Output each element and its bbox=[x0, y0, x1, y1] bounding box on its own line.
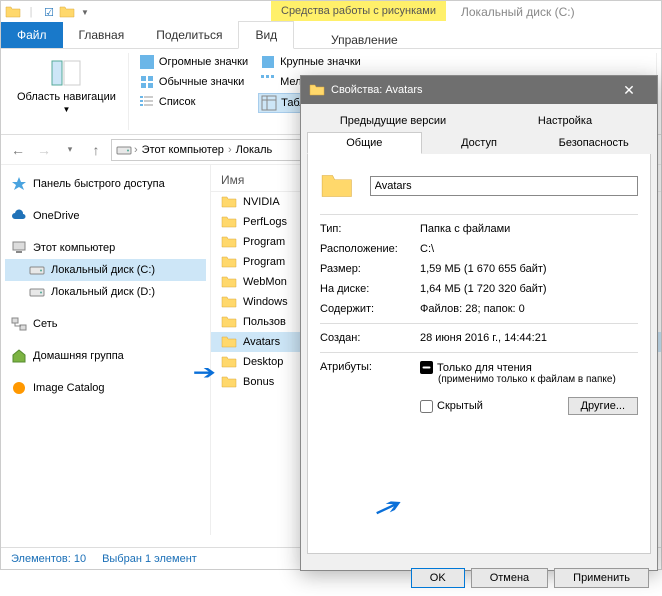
folder-icon bbox=[221, 334, 237, 350]
tree-quick-access[interactable]: Панель быстрого доступа bbox=[5, 173, 206, 195]
location-value: C:\ bbox=[420, 243, 638, 255]
dialog-buttons: OK Отмена Применить bbox=[301, 560, 657, 596]
tab-general[interactable]: Общие bbox=[307, 132, 422, 154]
crumb-pc[interactable]: Этот компьютер bbox=[140, 144, 226, 156]
window-title: Локальный диск (C:) bbox=[461, 5, 575, 19]
tab-home[interactable]: Главная bbox=[63, 22, 141, 48]
tree-homegroup[interactable]: Домашняя группа bbox=[5, 345, 206, 367]
created-label: Создан: bbox=[320, 332, 420, 344]
contains-label: Содержит: bbox=[320, 303, 420, 315]
contains-value: Файлов: 28; папок: 0 bbox=[420, 303, 638, 315]
tree-this-pc[interactable]: Этот компьютер bbox=[5, 237, 206, 259]
view-normal[interactable]: Обычные значки bbox=[137, 73, 250, 91]
tab-file[interactable]: Файл bbox=[1, 22, 63, 48]
readonly-checkbox-row: Только для чтения bbox=[420, 361, 638, 374]
tab-sharing[interactable]: Доступ bbox=[422, 132, 537, 154]
crumb-drive[interactable]: Локаль bbox=[234, 144, 275, 156]
dialog-body: Тип:Папка с файлами Расположение:C:\ Раз… bbox=[307, 154, 651, 554]
cancel-button[interactable]: Отмена bbox=[471, 568, 548, 588]
tree-image-catalog[interactable]: Image Catalog bbox=[5, 377, 206, 399]
tab-manage[interactable]: Управление bbox=[311, 27, 418, 53]
chevron-right-icon: › bbox=[134, 144, 138, 156]
folder-icon bbox=[221, 294, 237, 310]
tree-onedrive[interactable]: OneDrive bbox=[5, 205, 206, 227]
file-name: Program bbox=[243, 236, 285, 248]
folder-icon bbox=[221, 274, 237, 290]
file-name: Bonus bbox=[243, 376, 274, 388]
tree-drive-d[interactable]: Локальный диск (D:) bbox=[5, 281, 206, 303]
size-on-disk-label: На диске: bbox=[320, 283, 420, 295]
ribbon-tabs: Файл Главная Поделиться Вид Управление bbox=[1, 23, 661, 49]
tab-previous-versions[interactable]: Предыдущие версии bbox=[307, 110, 479, 132]
advanced-button[interactable]: Другие... bbox=[568, 397, 638, 415]
forward-button[interactable]: → bbox=[33, 139, 55, 161]
created-value: 28 июня 2016 г., 14:44:21 bbox=[420, 332, 638, 344]
contextual-tab-label: Средства работы с рисунками bbox=[271, 1, 446, 21]
status-count: Элементов: 10 bbox=[11, 553, 86, 565]
readonly-label: Только для чтения bbox=[437, 362, 532, 374]
hidden-label: Скрытый bbox=[437, 400, 483, 412]
folder-icon bbox=[221, 214, 237, 230]
file-name: WebMon bbox=[243, 276, 287, 288]
folder-icon bbox=[221, 354, 237, 370]
tab-view[interactable]: Вид bbox=[238, 21, 294, 49]
tab-share[interactable]: Поделиться bbox=[140, 22, 238, 48]
type-value: Папка с файлами bbox=[420, 223, 638, 235]
up-button[interactable]: ↑ bbox=[85, 139, 107, 161]
dialog-tabs: Предыдущие версии Настройка Общие Доступ… bbox=[301, 104, 657, 154]
folder-icon bbox=[221, 374, 237, 390]
folder-icon bbox=[309, 82, 325, 98]
file-name: NVIDIA bbox=[243, 196, 280, 208]
size-on-disk-value: 1,64 МБ (1 720 320 байт) bbox=[420, 283, 638, 295]
folder-icon bbox=[320, 166, 354, 206]
file-name: Desktop bbox=[243, 356, 283, 368]
file-name: Пользов bbox=[243, 316, 286, 328]
folder-icon bbox=[221, 314, 237, 330]
apply-button[interactable]: Применить bbox=[554, 568, 649, 588]
view-huge[interactable]: Огромные значки bbox=[137, 53, 250, 71]
size-value: 1,59 МБ (1 670 655 байт) bbox=[420, 263, 638, 275]
app-icon bbox=[5, 4, 21, 20]
file-name: Avatars bbox=[243, 336, 280, 348]
attributes-label: Атрибуты: bbox=[320, 361, 420, 373]
qat-sep: | bbox=[23, 4, 39, 20]
folder-icon bbox=[221, 234, 237, 250]
tree-network[interactable]: Сеть bbox=[5, 313, 206, 335]
folder-name-input[interactable] bbox=[370, 176, 638, 196]
dialog-title: Свойства: Avatars bbox=[331, 84, 423, 96]
tree-drive-c[interactable]: Локальный диск (C:) bbox=[5, 259, 206, 281]
file-name: PerfLogs bbox=[243, 216, 287, 228]
chevron-down-icon: ▼ bbox=[62, 105, 70, 114]
location-label: Расположение: bbox=[320, 243, 420, 255]
view-large[interactable]: Крупные значки bbox=[258, 53, 363, 71]
tab-security[interactable]: Безопасность bbox=[536, 132, 651, 154]
properties-dialog: Свойства: Avatars ✕ Предыдущие версии На… bbox=[300, 75, 658, 571]
chevron-right-icon: › bbox=[228, 144, 232, 156]
recent-button[interactable]: ▾ bbox=[59, 139, 81, 161]
file-name: Windows bbox=[243, 296, 288, 308]
readonly-sublabel: (применимо только к файлам в папке) bbox=[420, 374, 638, 385]
readonly-checkbox[interactable] bbox=[420, 361, 433, 374]
view-list[interactable]: Список bbox=[137, 93, 250, 111]
qat-folder-icon[interactable] bbox=[59, 4, 75, 20]
size-label: Размер: bbox=[320, 263, 420, 275]
back-button[interactable]: ← bbox=[7, 139, 29, 161]
qat-props-icon[interactable]: ☑ bbox=[41, 4, 57, 20]
nav-pane-label: Область навигации bbox=[17, 91, 116, 103]
dialog-titlebar: Свойства: Avatars ✕ bbox=[301, 76, 657, 104]
nav-tree: Панель быстрого доступа OneDrive Этот ко… bbox=[1, 165, 211, 535]
folder-icon bbox=[221, 194, 237, 210]
tab-customize[interactable]: Настройка bbox=[479, 110, 651, 132]
hidden-checkbox[interactable] bbox=[420, 400, 433, 413]
folder-icon bbox=[221, 254, 237, 270]
file-name: Program bbox=[243, 256, 285, 268]
close-button[interactable]: ✕ bbox=[609, 76, 649, 104]
ok-button[interactable]: OK bbox=[411, 568, 465, 588]
type-label: Тип: bbox=[320, 223, 420, 235]
status-selected: Выбран 1 элемент bbox=[102, 553, 197, 565]
nav-pane-button[interactable]: Область навигации ▼ bbox=[13, 53, 120, 118]
qat-dropdown-icon[interactable]: ▼ bbox=[77, 4, 93, 20]
drive-icon bbox=[116, 142, 132, 158]
